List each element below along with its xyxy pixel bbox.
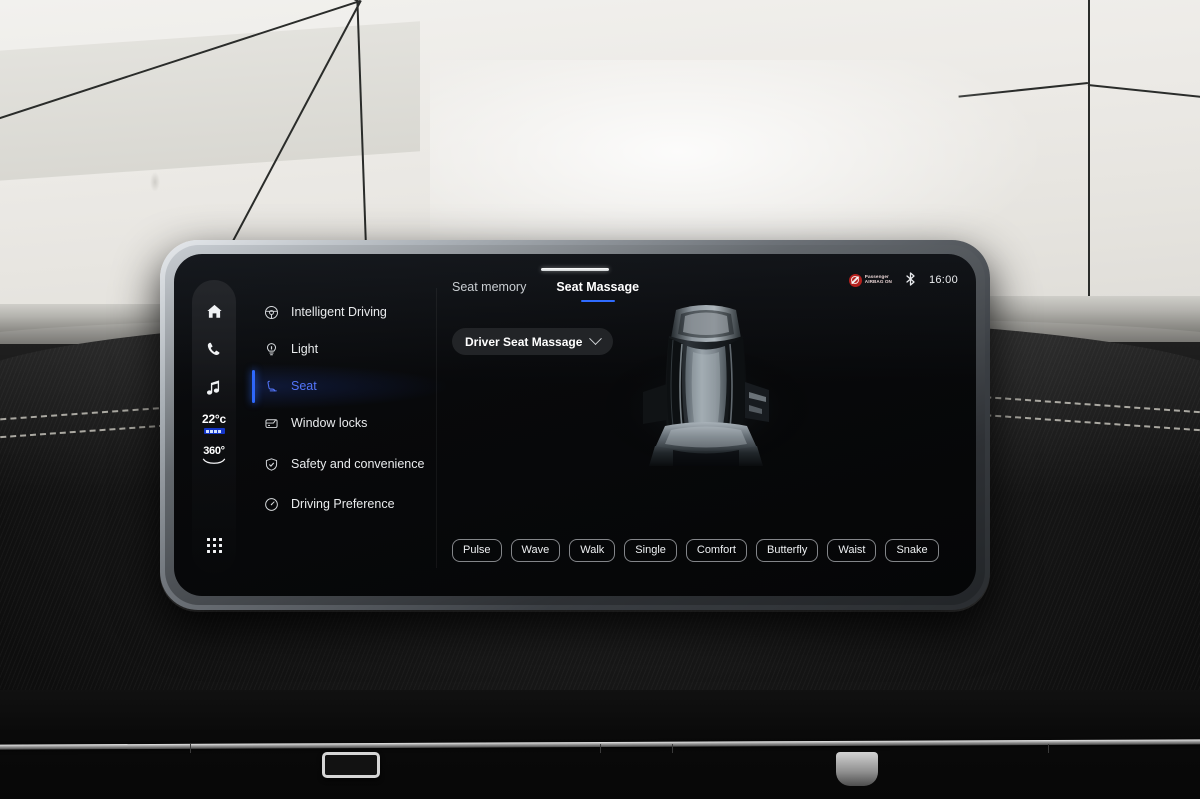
- ceiling-seam: [1088, 0, 1090, 320]
- surround-view-360-icon[interactable]: 360°: [192, 434, 236, 476]
- vent-control-button[interactable]: [322, 752, 380, 778]
- menu-item-driving-preference[interactable]: Driving Preference: [252, 486, 436, 523]
- steering-wheel-icon: [264, 305, 279, 320]
- fan-level-indicator[interactable]: [203, 428, 225, 434]
- menu-item-light[interactable]: Light: [252, 331, 436, 368]
- menu-item-label: Window locks: [291, 416, 368, 431]
- rail-seam: [600, 744, 601, 753]
- mode-button-wave[interactable]: Wave: [510, 539, 561, 562]
- climate-temperature-control[interactable]: 22°c: [202, 412, 226, 434]
- music-note-icon[interactable]: [192, 368, 236, 406]
- massage-target-label: Driver Seat Massage: [465, 334, 583, 349]
- ceiling-seam: [168, 0, 358, 1]
- driver-seat-illustration: [581, 298, 831, 470]
- infotainment-head-unit: Passenger AIRBAG ON 16:00 22°c 360° Inte…: [160, 240, 990, 610]
- apps-grid-icon[interactable]: [192, 526, 236, 564]
- surround-view-label: 360°: [203, 445, 225, 457]
- menu-item-label: Safety and convenience: [291, 456, 425, 471]
- rail-seam: [672, 744, 673, 753]
- mode-button-butterfly[interactable]: Butterfly: [756, 539, 819, 562]
- mode-button-waist[interactable]: Waist: [827, 539, 877, 562]
- menu-item-intelligent-driving[interactable]: Intelligent Driving: [252, 294, 436, 331]
- mode-button-walk[interactable]: Walk: [569, 539, 616, 562]
- menu-item-safety-and-convenience[interactable]: Safety and convenience: [252, 442, 436, 486]
- gauge-icon: [264, 497, 279, 512]
- apps-grid-dots: [206, 537, 222, 553]
- menu-item-seat[interactable]: Seat: [252, 364, 446, 409]
- car-interior-scene: Passenger AIRBAG ON 16:00 22°c 360° Inte…: [0, 0, 1200, 799]
- mode-button-snake[interactable]: Snake: [885, 539, 939, 562]
- menu-item-window-locks[interactable]: Window locks: [252, 405, 436, 442]
- rail-seam: [1048, 744, 1049, 753]
- infotainment-screen[interactable]: Passenger AIRBAG ON 16:00 22°c 360° Inte…: [174, 254, 976, 596]
- temperature-value: 22°c: [201, 412, 227, 426]
- mode-button-comfort[interactable]: Comfort: [685, 539, 747, 562]
- ceiling-seam: [0, 0, 359, 2]
- menu-item-label: Light: [291, 342, 319, 357]
- menu-item-label: Driving Preference: [291, 497, 395, 512]
- ceiling-seam: [1087, 84, 1200, 100]
- rail-seam: [190, 744, 191, 753]
- massage-mode-buttons: Pulse Wave Walk Single Comfort Butterfly…: [448, 539, 964, 562]
- console-knob[interactable]: [836, 752, 878, 786]
- seat-settings-pane: Seat memory Seat Massage Driver Seat Mas…: [448, 280, 964, 578]
- car-window-icon: [264, 416, 279, 431]
- settings-menu: Intelligent Driving Light Seat Window lo…: [252, 288, 446, 568]
- light-bulb-icon: [264, 342, 279, 357]
- phone-icon[interactable]: [192, 330, 236, 368]
- ceiling-smudge: [150, 172, 160, 192]
- menu-item-label: Intelligent Driving: [291, 305, 387, 320]
- seat-svg: [596, 305, 816, 470]
- seat-icon: [264, 379, 279, 394]
- mode-button-pulse[interactable]: Pulse: [452, 539, 502, 562]
- menu-item-label: Seat: [291, 379, 317, 394]
- shield-icon: [264, 457, 279, 472]
- home-icon[interactable]: [192, 292, 236, 330]
- tab-seat-memory[interactable]: Seat memory: [452, 280, 526, 302]
- screen-pull-handle[interactable]: [541, 268, 609, 271]
- mode-button-single[interactable]: Single: [624, 539, 677, 562]
- left-icon-rail: 22°c 360°: [192, 280, 236, 574]
